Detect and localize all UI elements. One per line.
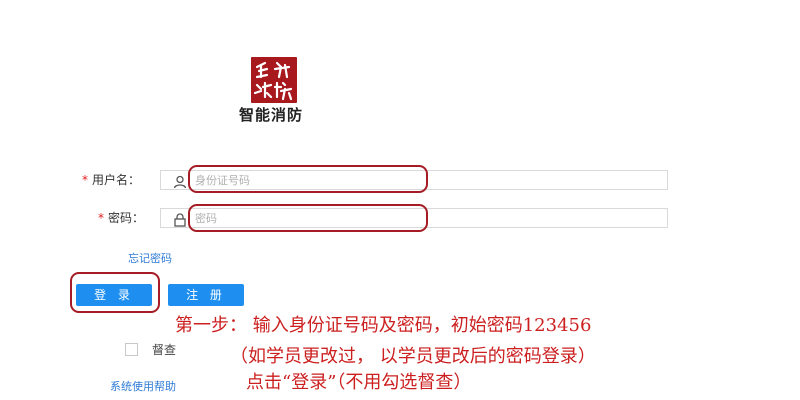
- instruction-line-2: （如学员更改过， 以学员更改后的密码登录）: [230, 346, 596, 367]
- required-mark: *: [98, 211, 104, 225]
- supervise-checkbox[interactable]: [125, 343, 138, 356]
- forgot-password-link[interactable]: 忘记密码: [128, 250, 172, 266]
- login-button[interactable]: 登 录: [76, 284, 152, 306]
- username-label-text: 用户名：: [92, 173, 141, 187]
- seal-logo: [251, 57, 297, 103]
- password-label-text: 密码：: [108, 211, 145, 225]
- lock-icon: [173, 212, 187, 227]
- instruction-line-3: 点击“登录”（不用勾选督查）: [246, 372, 472, 393]
- password-field[interactable]: [160, 208, 668, 228]
- required-mark: *: [82, 173, 88, 187]
- help-link[interactable]: 系统使用帮助: [110, 378, 176, 394]
- register-button[interactable]: 注 册: [168, 284, 244, 306]
- password-label: * 密码：: [98, 208, 144, 228]
- password-input[interactable]: [195, 210, 615, 226]
- username-field[interactable]: [160, 170, 668, 190]
- username-label: * 用户名：: [82, 170, 140, 190]
- app-title: 智能消防: [239, 106, 304, 124]
- instruction-line-1: 第一步： 输入身份证号码及密码，初始密码123456: [175, 315, 592, 336]
- supervise-label: 督查: [152, 343, 177, 357]
- user-icon: [173, 174, 187, 189]
- username-input[interactable]: [195, 172, 615, 188]
